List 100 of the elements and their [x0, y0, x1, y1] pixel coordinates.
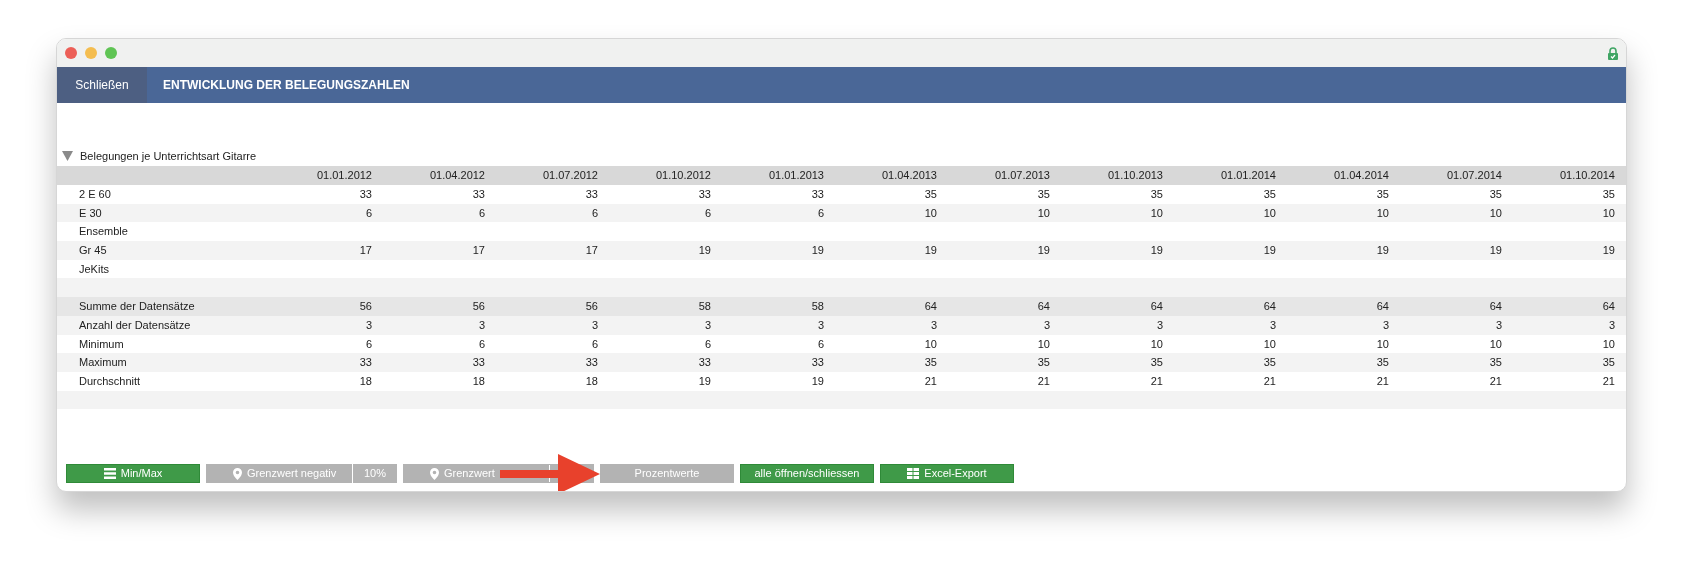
table-cell-text: 10 [1376, 205, 1389, 221]
table-cell-text: 35 [1150, 187, 1163, 203]
table-cell-text: 64 [1602, 299, 1615, 315]
table-cell-text: 35 [1376, 355, 1389, 371]
column-header: 01.10.2013 [1107, 168, 1163, 184]
table-cell-text: 19 [924, 243, 937, 259]
column-header: 01.10.2014 [1559, 168, 1615, 184]
table-cell-text: 10 [1150, 336, 1163, 352]
column-header: 01.07.2013 [994, 168, 1050, 184]
table-cell-text: 33 [472, 187, 485, 203]
table-cell-text: 21 [1150, 373, 1163, 389]
table-cell-text: 19 [1037, 243, 1050, 259]
table-cell-text: 64 [1376, 299, 1389, 315]
table-cell-text: 17 [359, 243, 372, 259]
row-label: JeKits [79, 262, 109, 275]
table-cell-text: 10 [1263, 336, 1276, 352]
table-cell-text: 18 [359, 373, 372, 389]
table-cell-text: 64 [1263, 299, 1276, 315]
collapse-triangle-icon[interactable] [62, 151, 73, 161]
table-cell-text: 6 [365, 336, 372, 352]
page-title: ENTWICKLUNG DER BELEGUNGSZAHLEN [163, 77, 410, 94]
table-cell-text: 19 [698, 373, 711, 389]
table-cell-text: 35 [924, 187, 937, 203]
table-cell-text: 10 [924, 205, 937, 221]
grid-icon [907, 468, 920, 479]
table-cell-text: 17 [472, 243, 485, 259]
table-cell-text: 6 [591, 336, 598, 352]
row-label: Maximum [79, 356, 127, 369]
table-cell-text: 35 [1602, 355, 1615, 371]
table-cell-text: 10 [924, 336, 937, 352]
table-cell-text: 19 [1489, 243, 1502, 259]
table-cell-text: 6 [478, 336, 485, 352]
table-cell-text: 35 [1376, 187, 1389, 203]
row-label: 2 E 60 [79, 188, 111, 201]
table-cell-text: 6 [365, 205, 372, 221]
section-title: Belegungen je Unterrichtsart Gitarre [80, 148, 257, 164]
table-cell-text: 35 [1150, 355, 1163, 371]
toolbar-button[interactable]: Min/Max [66, 464, 200, 483]
percent-value[interactable]: 10% [353, 464, 397, 483]
table-cell-text: 21 [1489, 373, 1502, 389]
table-cell-text: 3 [930, 317, 937, 333]
table-cell-text: 10 [1150, 205, 1163, 221]
table-cell-text: 6 [817, 336, 824, 352]
table-cell-text: 10 [1602, 336, 1615, 352]
table-cell-text: 33 [698, 187, 711, 203]
close-button[interactable]: Schließen [57, 67, 147, 103]
column-header: 01.04.2013 [881, 168, 937, 184]
toolbar-button[interactable]: Prozentwerte [600, 464, 734, 483]
table-cell-text: 10 [1263, 205, 1276, 221]
minimize-window-button[interactable] [85, 47, 97, 59]
lock-icon [1608, 46, 1618, 60]
table-cell-text: 19 [1376, 243, 1389, 259]
table-cell-text: 33 [359, 355, 372, 371]
table-cell-text: 35 [1489, 187, 1502, 203]
table-cell-text: 3 [1043, 317, 1050, 333]
table-cell-text: 3 [1382, 317, 1389, 333]
table-cell-text: 35 [1602, 187, 1615, 203]
row-label: Durchschnitt [79, 374, 141, 387]
table-cell-text: 10 [1376, 336, 1389, 352]
table-cell-text: 3 [365, 317, 372, 333]
table-cell-text: 6 [704, 205, 711, 221]
table-cell-text: 64 [1037, 299, 1050, 315]
table-cell-text: 21 [924, 373, 937, 389]
table-cell-text: 33 [359, 187, 372, 203]
table-cell-text: 56 [359, 299, 372, 315]
zoom-window-button[interactable] [105, 47, 117, 59]
table-cell-text: 35 [924, 355, 937, 371]
column-header: 01.10.2012 [655, 168, 711, 184]
table-cell-text: 33 [585, 187, 598, 203]
toolbar-button[interactable]: alle öffnen/schliessen [740, 464, 874, 483]
table-cell-text: 10 [1037, 336, 1050, 352]
close-window-button[interactable] [65, 47, 77, 59]
table-cell-text: 33 [472, 355, 485, 371]
table-cell-text: 19 [1150, 243, 1163, 259]
table-cell-text: 3 [1269, 317, 1276, 333]
table-cell-text: 17 [585, 243, 598, 259]
column-header: 01.01.2014 [1220, 168, 1276, 184]
table-cell-text: 3 [591, 317, 598, 333]
table-cell-text: 3 [704, 317, 711, 333]
table-cell-text: 10 [1489, 336, 1502, 352]
row-label: Ensemble [79, 225, 128, 238]
column-header: 01.04.2014 [1333, 168, 1389, 184]
table-cell-text: 3 [1495, 317, 1502, 333]
toolbar-button[interactable]: Grenzwert negativ [206, 464, 352, 483]
table-cell-text: 19 [698, 243, 711, 259]
table-cell-text: 6 [704, 336, 711, 352]
table-cell-text: 21 [1376, 373, 1389, 389]
table-cell-text: 6 [478, 205, 485, 221]
table-cell-text: 35 [1037, 187, 1050, 203]
column-header: 01.04.2012 [429, 168, 485, 184]
table-cell-text: 33 [698, 355, 711, 371]
row-label: Gr 45 [79, 244, 107, 257]
column-header: 01.01.2012 [316, 168, 372, 184]
table-cell-text: 19 [1263, 243, 1276, 259]
table-cell-text: 10 [1037, 205, 1050, 221]
table-cell-text: 58 [698, 299, 711, 315]
toolbar-button[interactable]: Excel-Export [880, 464, 1014, 483]
table-cell-text: 19 [811, 373, 824, 389]
table-cell-text: 21 [1037, 373, 1050, 389]
table-cell-text: 56 [472, 299, 485, 315]
